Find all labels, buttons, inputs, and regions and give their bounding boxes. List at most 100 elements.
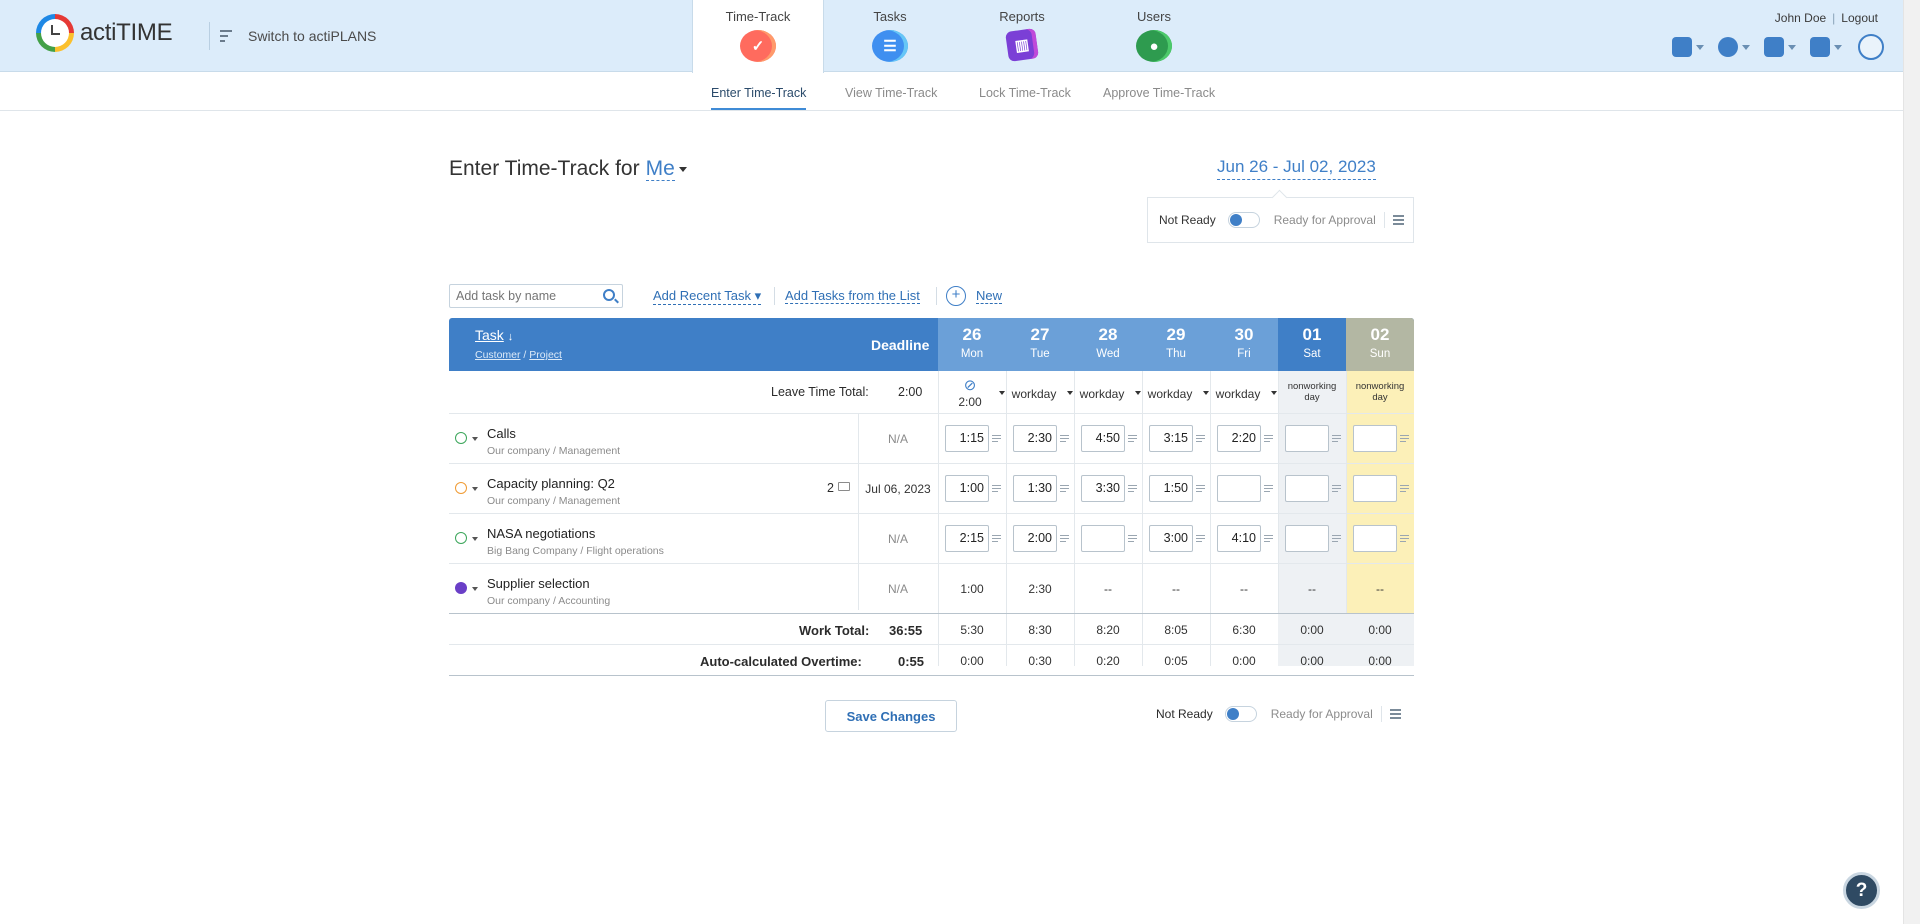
time-input[interactable]: 3:30 [1081,475,1125,502]
subtab-lock-time-track[interactable]: Lock Time-Track [979,86,1071,100]
time-input[interactable]: 1:30 [1013,475,1057,502]
add-task-search-input[interactable] [449,284,623,308]
time-input[interactable]: 3:00 [1149,525,1193,552]
comment-icon[interactable] [1264,535,1273,543]
time-input[interactable] [1081,525,1125,552]
time-value: -- [1172,582,1180,596]
addons-menu[interactable] [1764,37,1796,57]
comment-icon[interactable] [1400,485,1409,493]
add-tasks-from-list-link[interactable]: Add Tasks from the List [785,288,920,304]
time-input[interactable]: 4:50 [1081,425,1125,452]
customer-sort-link[interactable]: Customer [475,349,521,361]
app-logo[interactable]: actiTIME [36,14,173,52]
chevron-down-icon[interactable] [1067,391,1073,395]
chevron-down-icon[interactable] [1135,391,1141,395]
time-input[interactable]: 2:20 [1217,425,1261,452]
time-input[interactable]: 3:15 [1149,425,1193,452]
comment-icon[interactable] [1332,485,1341,493]
project-sort-link[interactable]: Project [529,349,562,361]
time-input[interactable]: 1:15 [945,425,989,452]
comment-icon[interactable] [1128,485,1137,493]
comment-icon[interactable] [1196,535,1205,543]
time-input[interactable]: 2:15 [945,525,989,552]
module-tab-users[interactable]: Users ● [1088,0,1220,73]
chevron-down-icon[interactable] [999,391,1005,395]
subtab-enter-time-track[interactable]: Enter Time-Track [711,86,807,110]
save-changes-button[interactable]: Save Changes [825,700,957,732]
module-tab-time-track[interactable]: Time-Track ✓ [692,0,824,73]
subtab-approve-time-track[interactable]: Approve Time-Track [1103,86,1215,100]
list-icon[interactable] [1383,212,1408,228]
logout-link[interactable]: Logout [1841,11,1878,25]
time-input[interactable] [1353,475,1397,502]
module-tab-reports[interactable]: Reports ▥ [956,0,1088,73]
chevron-down-icon[interactable] [472,487,478,491]
page-scrollbar[interactable] [1903,0,1920,924]
help-menu[interactable] [1810,37,1842,57]
list-icon[interactable] [1380,706,1405,722]
task-column-header[interactable]: Task ↓ [475,327,513,343]
comment-icon[interactable] [1332,435,1341,443]
comment-icon[interactable] [1264,435,1273,443]
calendar-menu[interactable] [1672,37,1704,57]
comment-icon[interactable] [1400,535,1409,543]
plus-icon[interactable]: + [946,286,966,306]
chevron-down-icon[interactable] [678,166,687,172]
comment-icon[interactable] [1060,535,1069,543]
module-tab-tasks[interactable]: Tasks ☰ [824,0,956,73]
settings-menu[interactable] [1718,37,1750,57]
time-input[interactable] [1285,525,1329,552]
approval-toggle[interactable] [1224,706,1257,722]
comment-icon[interactable] [1400,435,1409,443]
task-name[interactable]: NASA negotiations [487,526,595,541]
comment-icon[interactable] [1060,435,1069,443]
leave-no-icon[interactable]: ⊘ [955,376,985,394]
lightbulb-icon[interactable] [1858,34,1884,60]
approval-toggle[interactable] [1227,212,1260,228]
comment-icon[interactable] [1332,535,1341,543]
help-icon [1810,37,1830,57]
comment-icon[interactable] [992,435,1001,443]
user-selector[interactable]: Me [645,157,675,181]
chevron-down-icon[interactable] [1203,391,1209,395]
search-icon[interactable] [603,289,615,301]
time-input[interactable]: 2:00 [1013,525,1057,552]
task-name[interactable]: Supplier selection [487,576,590,591]
time-input[interactable] [1285,475,1329,502]
time-input[interactable]: 4:10 [1217,525,1261,552]
comment-icon[interactable] [992,485,1001,493]
chevron-down-icon[interactable] [472,587,478,591]
time-input[interactable] [1217,475,1261,502]
chevron-down-icon[interactable] [472,537,478,541]
comment-icon[interactable] [1264,485,1273,493]
comment-icon[interactable] [1128,535,1137,543]
time-input[interactable] [1285,425,1329,452]
chevron-down-icon[interactable] [1271,391,1277,395]
comment-count: 2 [827,481,834,495]
date-range-selector[interactable]: Jun 26 - Jul 02, 2023 [1217,157,1376,180]
time-input[interactable] [1353,425,1397,452]
help-button[interactable]: ? [1843,872,1880,909]
add-recent-task-link[interactable]: Add Recent Task ▾ [653,288,762,305]
speech-bubble-icon[interactable] [838,482,850,491]
overtime-value: 0:55 [898,654,925,669]
comment-icon[interactable] [1196,435,1205,443]
time-input[interactable] [1353,525,1397,552]
new-task-link[interactable]: New [976,288,1003,304]
app-name: actiTIME [80,19,173,46]
time-input[interactable]: 2:30 [1013,425,1057,452]
comment-icon[interactable] [1128,435,1137,443]
comment-icon[interactable] [1060,485,1069,493]
time-input[interactable]: 1:50 [1149,475,1193,502]
chevron-down-icon[interactable] [472,437,478,441]
user-name[interactable]: John Doe [1775,11,1826,25]
time-input[interactable]: 1:00 [945,475,989,502]
task-name[interactable]: Calls [487,426,516,441]
comment-icon[interactable] [1196,485,1205,493]
switch-to-actiplans-link[interactable]: Switch to actiPLANS [209,22,376,50]
comment-icon[interactable] [992,535,1001,543]
subtab-view-time-track[interactable]: View Time-Track [845,86,937,100]
day-header-thu: 29 Thu [1142,318,1210,371]
day-total: 0:00 [1368,623,1392,637]
task-name[interactable]: Capacity planning: Q2 [487,476,615,491]
